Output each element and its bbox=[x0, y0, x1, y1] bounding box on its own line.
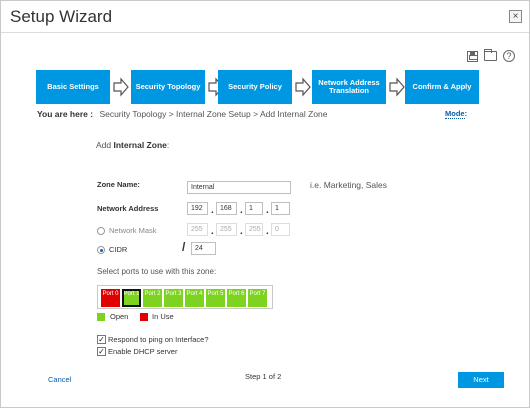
save-icon[interactable] bbox=[467, 50, 478, 62]
ports-label: Select ports to use with this zone: bbox=[97, 267, 217, 276]
breadcrumb-prefix: You are here : bbox=[37, 109, 94, 119]
octet-separator: . bbox=[240, 226, 243, 237]
port-7[interactable]: Port 7 bbox=[248, 289, 267, 307]
arrow-right-icon bbox=[113, 77, 129, 97]
cidr-label: CIDR bbox=[109, 245, 128, 254]
legend-in-use-swatch bbox=[140, 313, 148, 321]
step-security-policy[interactable]: Security Policy bbox=[218, 70, 292, 104]
network-address-octet-1[interactable]: 192 bbox=[187, 202, 208, 215]
next-button[interactable]: Next bbox=[458, 372, 504, 388]
network-mask-octet-4[interactable]: 0 bbox=[271, 223, 290, 236]
network-mask-octet-1[interactable]: 255 bbox=[187, 223, 208, 236]
section-title-suffix: : bbox=[166, 140, 170, 150]
title-bar: Setup Wizard × bbox=[1, 1, 529, 33]
cancel-button[interactable]: Cancel bbox=[48, 375, 71, 384]
folder-icon[interactable] bbox=[484, 49, 497, 61]
octet-separator: . bbox=[266, 226, 269, 237]
toolbar-icons: ? bbox=[467, 49, 515, 62]
network-address-octet-3[interactable]: 1 bbox=[245, 202, 263, 215]
respond-ping-checkbox[interactable]: ✓ bbox=[97, 335, 106, 344]
mode-link-underline bbox=[445, 118, 465, 120]
section-title-bold: Internal Zone bbox=[113, 140, 167, 150]
port-4[interactable]: Port 4 bbox=[185, 289, 204, 307]
breadcrumb: You are here : Security Topology > Inter… bbox=[37, 109, 328, 119]
window-title: Setup Wizard bbox=[10, 7, 113, 26]
port-0[interactable]: Port 0 bbox=[101, 289, 120, 307]
setup-wizard-dialog: Setup Wizard × ? Basic Settings Security… bbox=[0, 0, 530, 408]
zone-name-input[interactable]: Internal bbox=[187, 181, 291, 194]
enable-dhcp-checkbox[interactable]: ✓ bbox=[97, 347, 106, 356]
octet-separator: . bbox=[211, 226, 214, 237]
legend-in-use-label: In Use bbox=[152, 312, 174, 321]
section-title: Add Internal Zone: bbox=[96, 140, 169, 150]
port-3[interactable]: Port 3 bbox=[164, 289, 183, 307]
port-1[interactable]: Port 1 bbox=[122, 289, 141, 307]
port-5[interactable]: Port 5 bbox=[206, 289, 225, 307]
step-basic-settings[interactable]: Basic Settings bbox=[36, 70, 110, 104]
respond-ping-label: Respond to ping on Interface? bbox=[108, 335, 209, 344]
mode-link[interactable]: Mode: bbox=[445, 109, 467, 118]
step-confirm-apply[interactable]: Confirm & Apply bbox=[405, 70, 479, 104]
cidr-slash: / bbox=[182, 240, 186, 254]
network-address-octet-4[interactable]: 1 bbox=[271, 202, 290, 215]
legend-open-label: Open bbox=[110, 312, 129, 321]
step-network-address-translation[interactable]: Network Address Translation bbox=[312, 70, 386, 104]
cidr-input[interactable]: 24 bbox=[191, 242, 216, 255]
section-title-prefix: Add bbox=[96, 140, 114, 150]
close-icon[interactable]: × bbox=[509, 10, 522, 23]
network-address-label: Network Address bbox=[97, 204, 159, 213]
network-mask-label: Network Mask bbox=[109, 226, 157, 235]
breadcrumb-path: Security Topology > Internal Zone Setup … bbox=[99, 109, 328, 119]
zone-name-hint: i.e. Marketing, Sales bbox=[310, 180, 388, 190]
arrow-right-icon bbox=[295, 77, 311, 97]
legend-open-swatch bbox=[97, 313, 105, 321]
enable-dhcp-label: Enable DHCP server bbox=[108, 347, 178, 356]
network-mask-radio[interactable] bbox=[97, 227, 105, 235]
arrow-right-icon bbox=[389, 77, 405, 97]
help-icon[interactable]: ? bbox=[503, 50, 515, 62]
step-indicator: Step 1 of 2 bbox=[245, 372, 282, 381]
port-6[interactable]: Port 6 bbox=[227, 289, 246, 307]
step-security-topology[interactable]: Security Topology bbox=[131, 70, 205, 104]
octet-separator: . bbox=[266, 205, 269, 216]
network-mask-octet-2[interactable]: 255 bbox=[216, 223, 237, 236]
port-2[interactable]: Port 2 bbox=[143, 289, 162, 307]
network-address-octet-2[interactable]: 168 bbox=[216, 202, 237, 215]
octet-separator: . bbox=[240, 205, 243, 216]
octet-separator: . bbox=[211, 205, 214, 216]
network-mask-octet-3[interactable]: 255 bbox=[245, 223, 263, 236]
cidr-radio[interactable] bbox=[97, 246, 105, 254]
zone-name-label: Zone Name: bbox=[97, 180, 140, 189]
port-selector: Port 0 Port 1 Port 2 Port 3 Port 4 Port … bbox=[97, 285, 273, 309]
